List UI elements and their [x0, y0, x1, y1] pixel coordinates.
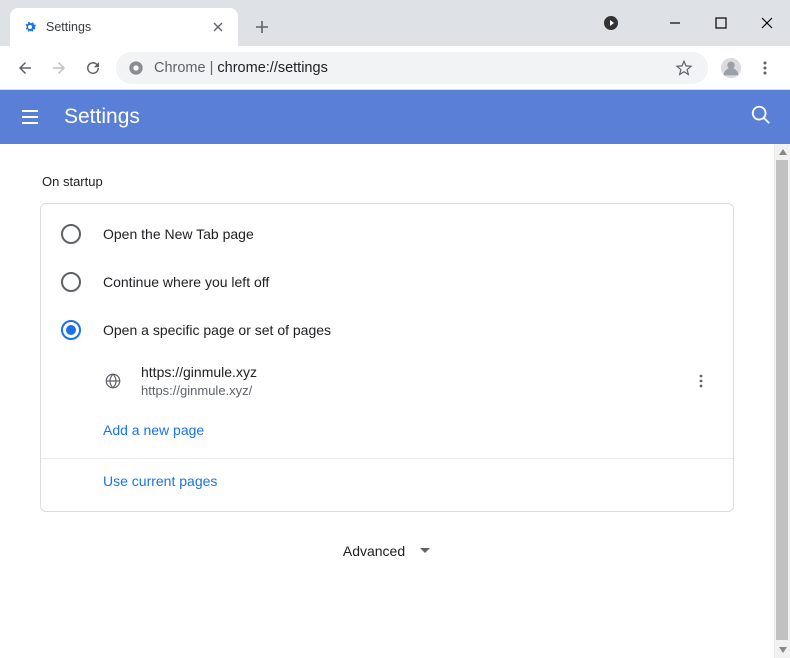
content-area: On startup Open the New Tab page Continu… [0, 144, 790, 658]
browser-tab[interactable]: Settings [10, 8, 238, 46]
hamburger-icon[interactable] [18, 105, 42, 129]
scrollbar-thumb[interactable] [776, 160, 788, 640]
scrollbar[interactable] [774, 144, 790, 658]
radio-new-tab[interactable]: Open the New Tab page [41, 210, 733, 258]
more-actions-icon[interactable] [689, 369, 713, 393]
globe-icon [103, 371, 123, 391]
radio-label: Continue where you left off [103, 274, 269, 290]
url-origin: Chrome [154, 60, 206, 76]
advanced-label: Advanced [343, 543, 405, 559]
startup-card: Open the New Tab page Continue where you… [40, 203, 734, 512]
radio-specific-pages[interactable]: Open a specific page or set of pages [41, 306, 733, 354]
advanced-toggle[interactable]: Advanced [0, 512, 774, 590]
window-titlebar: Settings [0, 0, 790, 46]
scroll-up-icon[interactable] [775, 144, 790, 160]
back-button[interactable] [8, 51, 42, 85]
page-entry-url: https://ginmule.xyz/ [141, 382, 689, 400]
media-control-icon[interactable] [604, 16, 618, 30]
close-window-button[interactable] [744, 5, 790, 41]
settings-header: Settings [0, 90, 790, 144]
window-controls [652, 0, 790, 46]
profile-avatar[interactable] [714, 51, 748, 85]
startup-page-entry: https://ginmule.xyz https://ginmule.xyz/ [41, 354, 733, 408]
section-title: On startup [0, 144, 774, 203]
url-path: chrome://settings [217, 60, 327, 76]
bookmark-star-icon[interactable] [672, 56, 696, 80]
reload-button[interactable] [76, 51, 110, 85]
link-label: Add a new page [103, 422, 204, 438]
gear-icon [22, 19, 38, 35]
radio-icon [61, 272, 81, 292]
omnibox[interactable]: Chrome | chrome://settings [116, 52, 708, 84]
page-title: Settings [64, 105, 140, 129]
radio-label: Open a specific page or set of pages [103, 322, 331, 338]
radio-icon [61, 224, 81, 244]
tab-title: Settings [46, 20, 210, 34]
search-icon[interactable] [750, 104, 772, 131]
new-tab-button[interactable] [248, 13, 276, 41]
scroll-down-icon[interactable] [775, 642, 790, 658]
chevron-down-icon [419, 542, 431, 560]
link-label: Use current pages [103, 473, 217, 489]
add-page-link[interactable]: Add a new page [41, 408, 733, 454]
page-entry-title: https://ginmule.xyz [141, 362, 689, 382]
radio-label: Open the New Tab page [103, 226, 254, 242]
close-icon[interactable] [210, 19, 226, 35]
address-bar: Chrome | chrome://settings [0, 46, 790, 90]
menu-button[interactable] [748, 51, 782, 85]
minimize-button[interactable] [652, 5, 698, 41]
forward-button[interactable] [42, 51, 76, 85]
radio-continue[interactable]: Continue where you left off [41, 258, 733, 306]
radio-icon [61, 320, 81, 340]
maximize-button[interactable] [698, 5, 744, 41]
use-current-pages-link[interactable]: Use current pages [41, 458, 733, 505]
url-text: Chrome | chrome://settings [154, 60, 328, 76]
chrome-icon [128, 59, 146, 77]
